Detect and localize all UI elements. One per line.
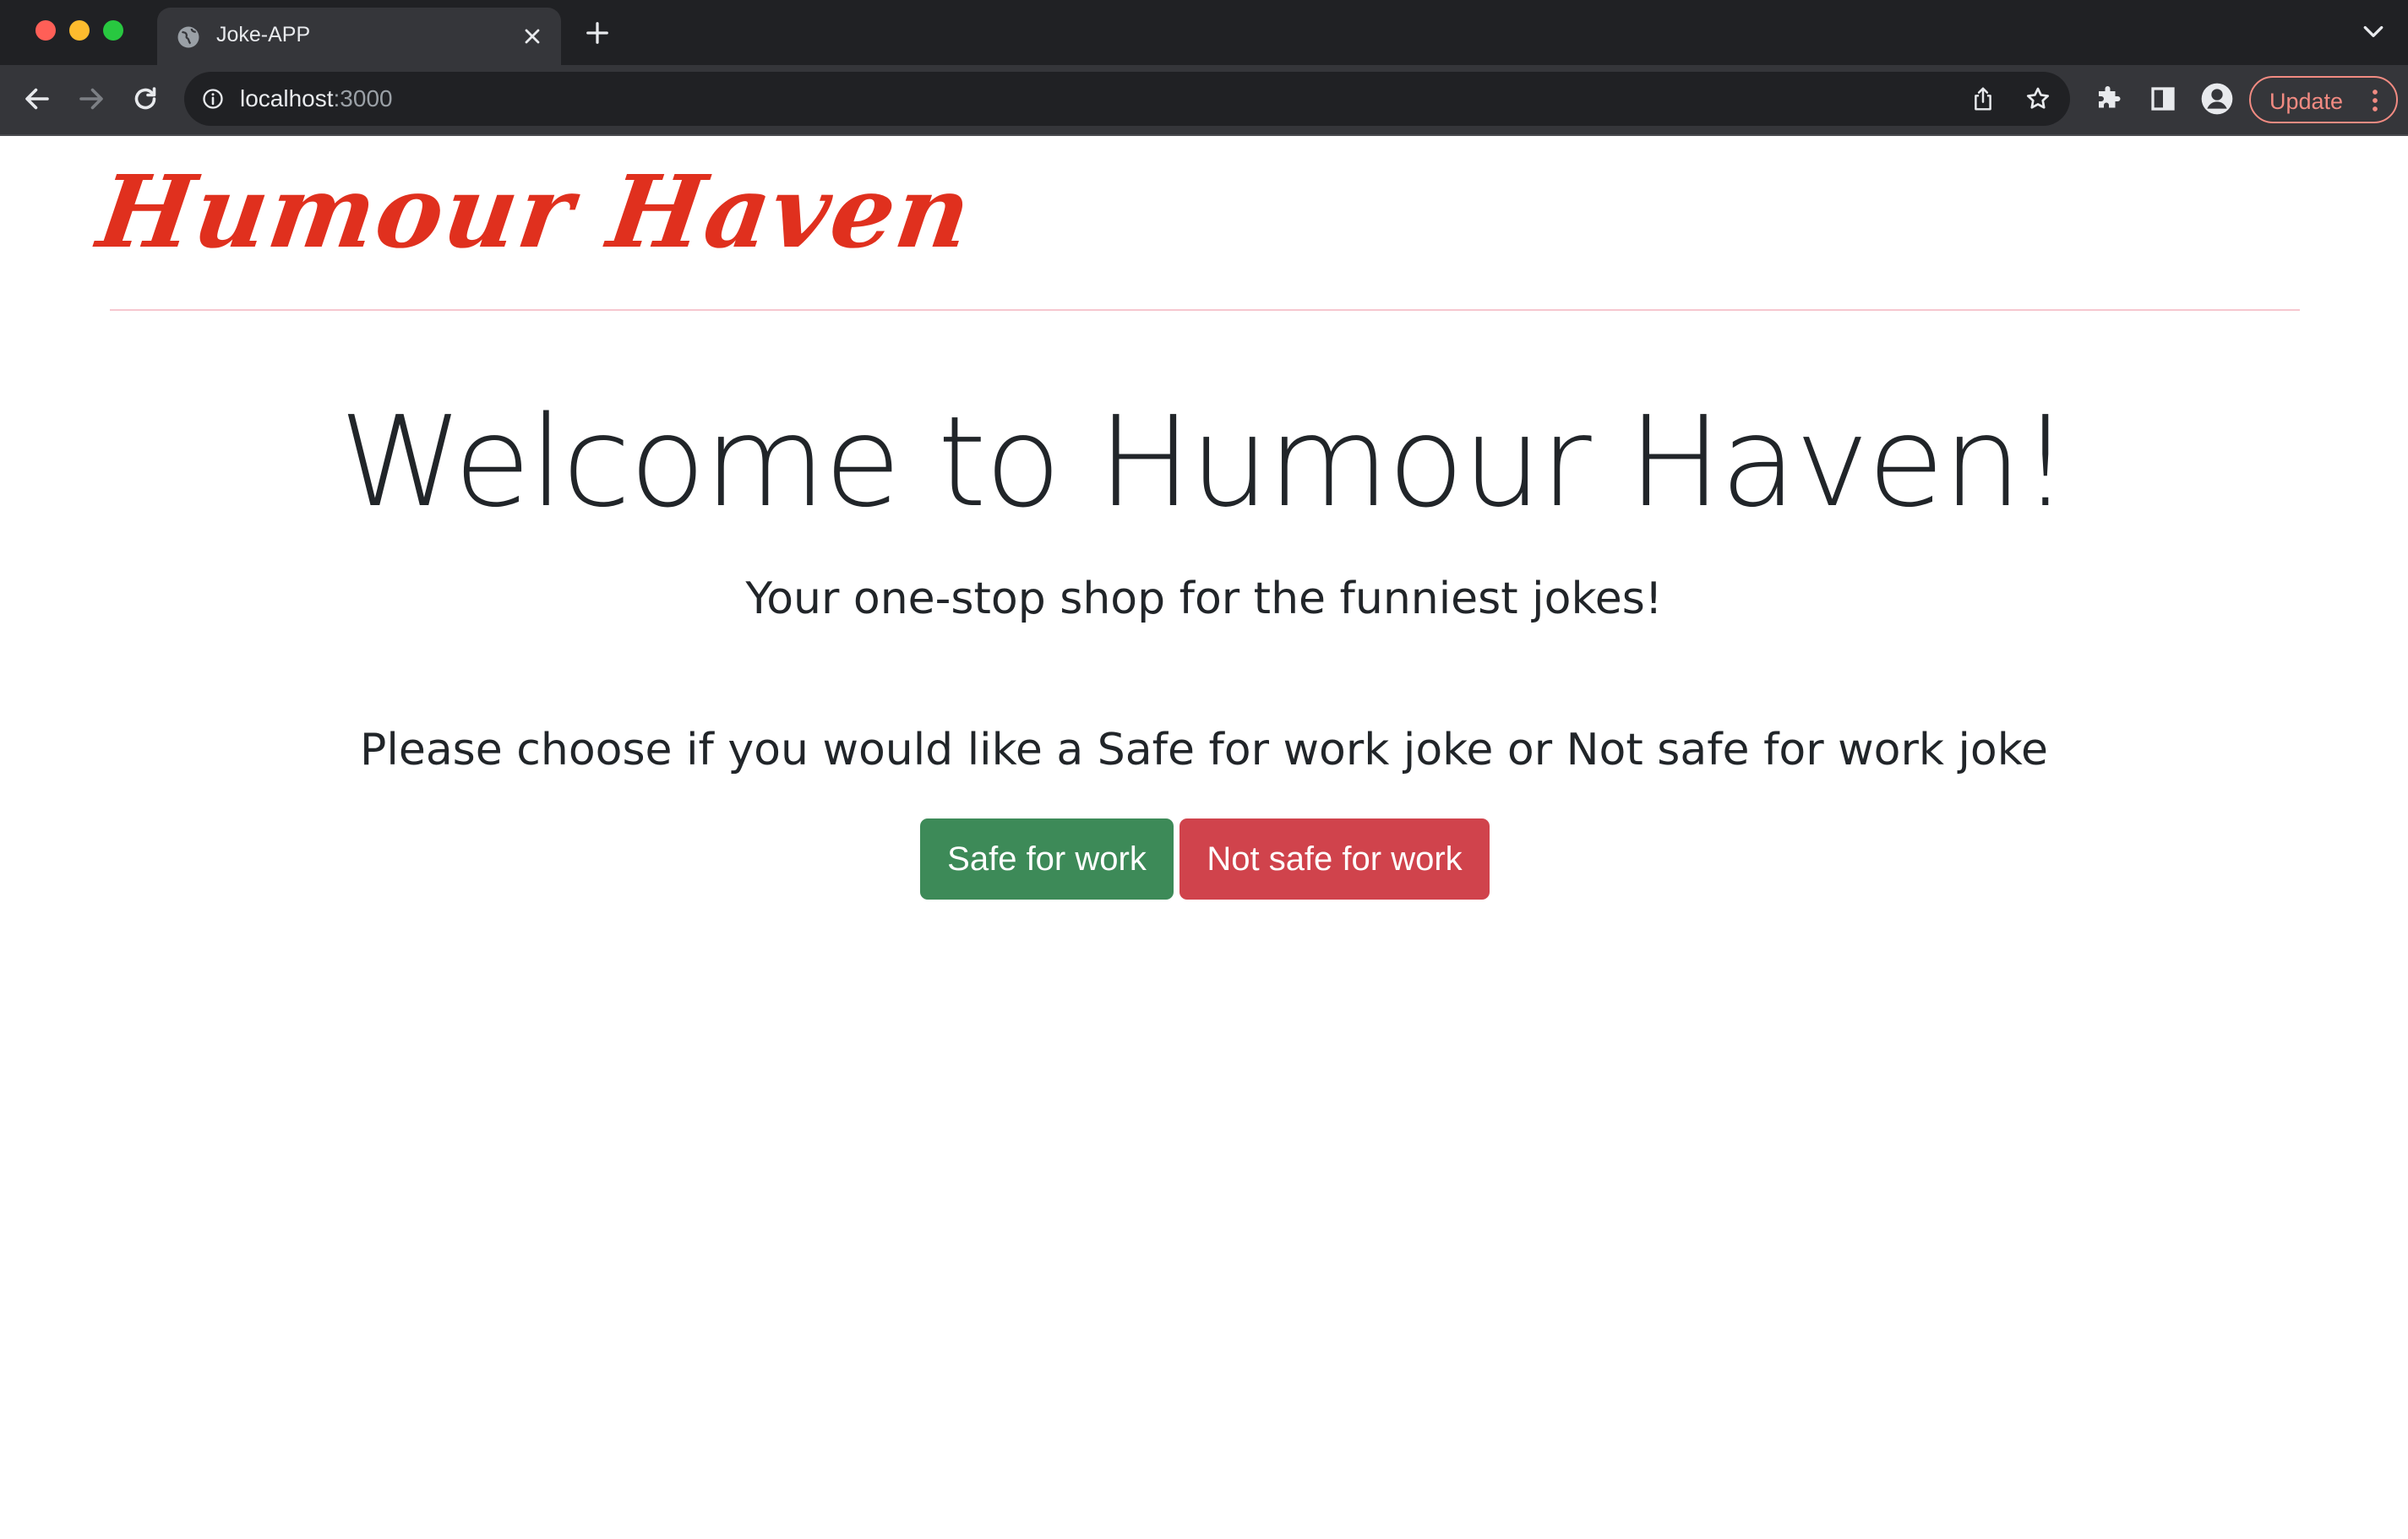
choice-prompt: Please choose if you would like a Safe f… [360,725,2048,775]
page-title: Welcome to Humour Haven! [339,389,2071,535]
side-panel-icon[interactable] [2148,84,2178,114]
url-port: :3000 [333,85,393,111]
update-label: Update [2269,89,2344,114]
forward-arrow-icon[interactable] [76,84,106,114]
brand-logo[interactable]: Humour Haven [91,153,979,270]
globe-icon [177,26,199,48]
window-close-button[interactable] [35,20,56,41]
update-button[interactable]: Update [2249,76,2398,123]
window-minimize-button[interactable] [69,20,90,41]
browser-tab-strip: Joke-APP [0,0,2408,65]
url-host: localhost [240,85,334,111]
url-text: localhost:3000 [240,85,393,112]
info-icon[interactable] [201,87,225,111]
back-arrow-icon[interactable] [22,84,52,114]
address-bar[interactable]: localhost:3000 [184,72,2070,126]
share-icon[interactable] [1970,85,1996,112]
chevron-down-icon[interactable] [2362,24,2384,41]
kebab-menu-icon[interactable] [2369,88,2381,113]
reload-icon[interactable] [130,84,161,114]
browser-tab[interactable]: Joke-APP [157,8,561,65]
puzzle-icon[interactable] [2094,84,2124,114]
star-icon[interactable] [2024,85,2051,112]
safe-for-work-button[interactable]: Safe for work [920,818,1174,900]
header-divider [110,309,2300,311]
close-icon[interactable] [520,24,544,48]
browser-toolbar: localhost:3000 Update [0,65,2408,136]
profile-icon[interactable] [2200,82,2234,116]
tab-title: Joke-APP [216,23,311,46]
not-safe-for-work-button[interactable]: Not safe for work [1179,818,1490,900]
plus-icon[interactable] [585,20,610,46]
page-content: Humour Haven Welcome to Humour Haven! Yo… [0,136,2408,1539]
window-zoom-button[interactable] [103,20,123,41]
page-subtitle: Your one-stop shop for the funniest joke… [745,574,1663,624]
